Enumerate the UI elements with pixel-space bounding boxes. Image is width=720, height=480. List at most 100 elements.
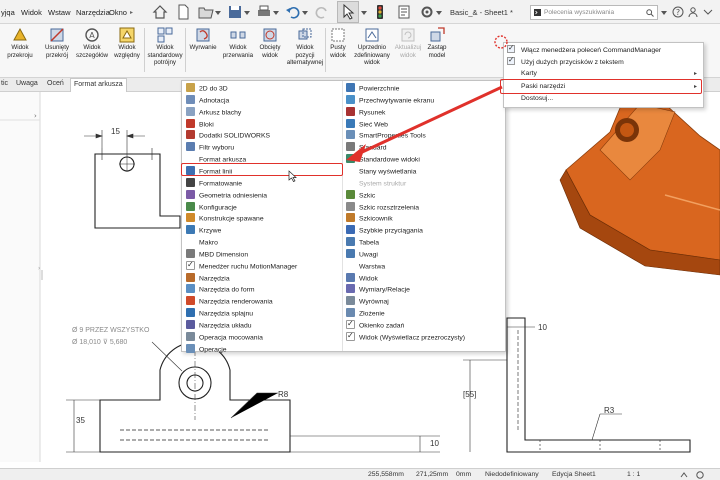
toolbar-menu-item[interactable]: MBD Dimension: [186, 248, 248, 261]
toolbar-menu-item[interactable]: Operacje: [186, 343, 227, 356]
toolbar-menu-item[interactable]: Narzędzia: [186, 272, 230, 285]
panel-collapse-icon[interactable]: ›: [34, 112, 37, 120]
toolbar-menu-item[interactable]: Szkic rozsztrzelenia: [346, 201, 419, 214]
context-menu-item[interactable]: Dostosuj...: [507, 94, 701, 105]
tab-uwaga[interactable]: Uwaga: [16, 80, 38, 87]
hole-note-line-2[interactable]: Ø 18,010 ⊽ 5,680: [72, 338, 127, 346]
help-icon[interactable]: [696, 471, 704, 479]
help-icon[interactable]: ?: [672, 6, 684, 18]
toolbar-menu-item[interactable]: Makro: [186, 237, 218, 249]
print-icon[interactable]: [256, 4, 272, 20]
chevron-down-icon[interactable]: [215, 11, 221, 16]
chevron-down-icon[interactable]: [661, 11, 667, 16]
toolbar-menu-item[interactable]: Arkusz blachy: [186, 106, 241, 119]
toolbar-menu-item[interactable]: Sieć Web: [346, 118, 388, 131]
toolbar-menu-item[interactable]: System struktur: [346, 178, 406, 190]
replace-model-button[interactable]: Zastąp model: [423, 26, 451, 59]
context-menu-item[interactable]: Karty ▸: [507, 69, 701, 80]
context-menu-item[interactable]: Paski narzędzi ▸: [507, 82, 701, 93]
select-tool-button[interactable]: [337, 1, 359, 23]
search-input[interactable]: Polecenia wyszukiwania: [530, 5, 658, 20]
toolbar-menu-item[interactable]: Uwagi: [346, 248, 378, 261]
hole-note-line-1[interactable]: Ø 9 PRZEZ WSZYSTKO: [72, 327, 150, 334]
relative-view-button[interactable]: Widok względny: [110, 26, 144, 59]
chevron-down-icon[interactable]: [436, 11, 442, 16]
toolbar-menu-item[interactable]: Operacja mocowania: [186, 331, 263, 344]
dim-10-bottom-label[interactable]: 10: [430, 439, 439, 448]
toolbar-menu-item[interactable]: Szkicownik: [346, 213, 393, 225]
toolbar-menu-item[interactable]: Narzędzia do form: [186, 284, 255, 296]
panel-expand-icon[interactable]: ›: [38, 265, 40, 272]
toolbar-menu-item[interactable]: Wyrównaj: [346, 296, 389, 308]
toolbar-menu-item[interactable]: Narzędzia renderowania: [186, 296, 273, 308]
toolbar-menu-item[interactable]: Bloki: [186, 118, 214, 131]
menu-item-narzedzia[interactable]: Narzędzia: [76, 8, 110, 17]
toolbar-menu-item[interactable]: 2D do 3D: [186, 83, 228, 95]
user-icon[interactable]: [688, 7, 698, 17]
toolbar-menu-item[interactable]: Dodatki SOLIDWORKS: [186, 130, 270, 142]
toolbar-menu-item[interactable]: Tabela: [346, 237, 379, 249]
dim-35-label[interactable]: 35: [76, 416, 85, 425]
chevron-down-icon[interactable]: [302, 11, 308, 16]
break-out-button[interactable]: Wyrwanie: [185, 26, 221, 52]
toolbar-menu-item[interactable]: Szybkie przyciągania: [346, 225, 423, 237]
chevron-up-icon[interactable]: [680, 471, 688, 479]
toolbar-menu-item[interactable]: Filtr wyboru: [186, 142, 234, 154]
dim-10-right-label[interactable]: 10: [538, 323, 547, 332]
tab-ocen[interactable]: Oceń: [47, 80, 64, 87]
r8-label[interactable]: R8: [278, 390, 289, 399]
menu-item-partial[interactable]: yjqa: [1, 8, 15, 17]
toolbar-menu-item[interactable]: Widok: [346, 272, 378, 285]
toolbar-menu-item[interactable]: Okienko zadań: [346, 318, 404, 332]
menu-overflow-icon[interactable]: ▸: [130, 9, 133, 16]
chevron-down-icon[interactable]: [361, 11, 367, 16]
tab-partial[interactable]: tic: [1, 80, 8, 87]
toolbar-menu-item[interactable]: Przechwytywanie ekranu: [346, 94, 434, 107]
gear-icon[interactable]: [419, 4, 435, 20]
toolbar-menu-item[interactable]: Warstwa: [346, 261, 385, 273]
chevron-down-icon[interactable]: [703, 7, 713, 17]
toolbar-menu-item[interactable]: Narzędzia splajnu: [186, 308, 253, 320]
dim-15-label[interactable]: 15: [111, 127, 120, 136]
context-menu-item[interactable]: Włącz menedżera poleceń CommandManager: [507, 43, 701, 56]
chevron-down-icon[interactable]: [244, 11, 250, 16]
removed-section-button[interactable]: Usunięty przekrój: [40, 26, 74, 59]
empty-view-button[interactable]: Pusty widok: [326, 26, 350, 59]
toolbar-menu-item[interactable]: Stany wyświetlania: [346, 166, 416, 178]
toolbar-menu-item[interactable]: Krzywe: [186, 225, 221, 237]
toolbar-menu-item[interactable]: Wymiary/Relacje: [346, 284, 410, 296]
save-icon[interactable]: [227, 4, 243, 20]
crop-view-button[interactable]: Obcięty widok: [255, 26, 285, 59]
toolbar-menu-item[interactable]: Powierzchnie: [346, 83, 399, 95]
update-view-button[interactable]: Aktualizuj widok: [393, 26, 423, 59]
toolbar-menu-item[interactable]: Konstrukcje spawane: [186, 213, 264, 225]
r3-label[interactable]: R3: [604, 406, 615, 415]
traffic-light-icon[interactable]: [372, 4, 388, 20]
open-folder-icon[interactable]: [198, 4, 214, 20]
alternate-position-view-button[interactable]: Widok pozycji alternatywnej: [284, 26, 326, 67]
toolbar-menu-item[interactable]: Geometria odniesienia: [186, 189, 267, 202]
toolbar-menu-item[interactable]: Standardowe widoki: [346, 154, 420, 166]
toolbar-menu-item[interactable]: Konfiguracje: [186, 201, 237, 214]
menu-item-wstaw[interactable]: Wstaw: [48, 8, 71, 17]
toolbar-menu-item[interactable]: Format arkusza: [186, 154, 246, 166]
standard-3-view-button[interactable]: Widok standardowy potrójny: [146, 26, 184, 67]
toolbar-menu-item[interactable]: Format linii: [186, 165, 232, 178]
toolbar-menu-item[interactable]: Menedżer ruchu MotionManager: [186, 259, 297, 273]
dim-55-label[interactable]: [55]: [463, 390, 476, 399]
toolbar-menu-item[interactable]: Formatowanie: [186, 177, 242, 190]
menu-item-widok[interactable]: Widok: [21, 8, 42, 17]
toolbar-menu-item[interactable]: Standard: [346, 142, 387, 154]
redo-icon[interactable]: [314, 4, 330, 20]
status-scale[interactable]: 1 : 1: [627, 471, 640, 478]
toolbar-menu-item[interactable]: SmartProperties Tools: [346, 130, 426, 142]
chevron-down-icon[interactable]: [273, 11, 279, 16]
undo-icon[interactable]: [285, 4, 301, 20]
break-view-button[interactable]: Widok przerwania: [221, 26, 255, 59]
toolbar-menu-item[interactable]: Widok (Wyświetlacz przezroczysty): [346, 330, 465, 344]
file-properties-icon[interactable]: [396, 4, 412, 20]
toolbar-menu-item[interactable]: Szkic: [346, 189, 375, 202]
detail-view-button[interactable]: A Widok szczegółów: [74, 26, 110, 59]
toolbar-menu-item[interactable]: Narzędzia układu: [186, 320, 252, 332]
home-icon[interactable]: [152, 4, 168, 20]
